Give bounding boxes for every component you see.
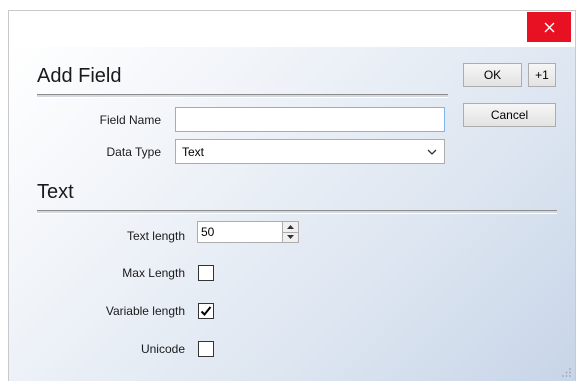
data-type-value: Text — [182, 144, 205, 159]
close-icon — [544, 22, 554, 32]
chevron-down-icon — [427, 149, 437, 155]
cancel-button[interactable]: Cancel — [463, 103, 556, 127]
resize-grip-icon[interactable] — [562, 368, 572, 378]
spin-down-icon — [287, 235, 294, 240]
text-length-value: 50 — [201, 225, 215, 239]
data-type-select[interactable]: Text — [175, 139, 445, 164]
text-separator — [37, 210, 557, 214]
variable-length-checkbox[interactable] — [198, 303, 214, 319]
ok-button[interactable]: OK — [463, 63, 522, 87]
add-field-dialog: Add Field OK +1 Cancel Field Name Data T… — [8, 10, 576, 381]
unicode-checkbox[interactable] — [198, 341, 214, 357]
spin-down-button[interactable] — [283, 231, 298, 242]
text-length-stepper[interactable]: 50 — [197, 221, 299, 243]
title-bar — [9, 11, 575, 47]
spin-up-button[interactable] — [283, 222, 298, 232]
field-name-input[interactable] — [175, 107, 445, 132]
max-length-checkbox[interactable] — [198, 265, 214, 281]
unicode-label: Unicode — [140, 342, 185, 356]
add-field-separator — [37, 94, 448, 98]
field-name-label: Field Name — [99, 113, 161, 127]
max-length-label: Max Length — [122, 266, 185, 280]
spin-up-icon — [287, 224, 294, 229]
add-field-heading: Add Field — [37, 65, 122, 87]
dialog-client-area: Add Field OK +1 Cancel Field Name Data T… — [9, 47, 575, 381]
variable-length-label: Variable length — [105, 304, 185, 318]
text-length-label: Text length — [126, 229, 185, 243]
checkmark-icon — [200, 306, 212, 316]
plus-one-button[interactable]: +1 — [528, 63, 556, 87]
data-type-label: Data Type — [106, 145, 161, 159]
spin-buttons — [282, 222, 298, 242]
close-button[interactable] — [527, 12, 571, 42]
text-heading: Text — [37, 181, 74, 203]
